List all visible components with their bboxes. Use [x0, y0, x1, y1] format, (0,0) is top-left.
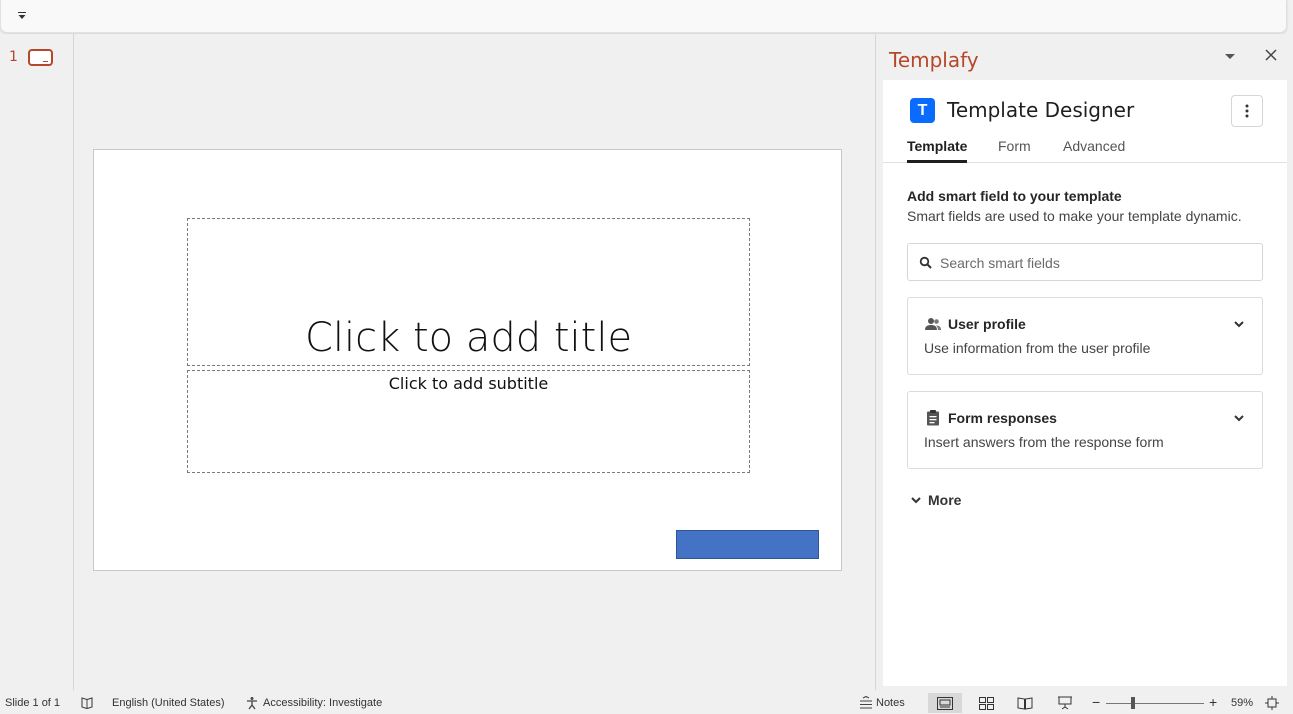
slide-canvas[interactable]: Click to add title Click to add subtitle: [93, 149, 842, 571]
tab-advanced[interactable]: Advanced: [1063, 138, 1125, 160]
pane-options-chevron-icon[interactable]: [1222, 50, 1238, 64]
normal-view-icon[interactable]: [928, 693, 962, 713]
slide-thumbnail-pane: 1: [0, 34, 74, 690]
users-icon: [925, 318, 941, 330]
blue-rectangle-shape[interactable]: [676, 530, 819, 559]
app-name: Template Designer: [947, 98, 1135, 122]
tab-bar: Template Form Advanced: [883, 133, 1287, 163]
more-options-icon[interactable]: [1231, 95, 1263, 127]
chevron-down-icon[interactable]: [1232, 317, 1246, 331]
more-toggle[interactable]: More: [910, 490, 961, 510]
chevron-down-icon: [911, 497, 921, 504]
subtitle-placeholder-text: Click to add subtitle: [388, 374, 549, 393]
language-indicator[interactable]: English (United States): [112, 697, 225, 709]
more-label: More: [928, 492, 962, 508]
search-icon: [919, 256, 932, 269]
status-bar: Slide 1 of 1 English (United States) Acc…: [0, 692, 1293, 714]
smart-field-group-form-responses[interactable]: Form responses Insert answers from the r…: [907, 391, 1263, 469]
slide-number: 1: [9, 49, 18, 65]
section-title: Add smart field to your template: [907, 188, 1122, 204]
pane-splitter[interactable]: [875, 34, 883, 690]
section-description: Smart fields are used to make your templ…: [907, 208, 1242, 224]
zoom-level[interactable]: 59%: [1231, 697, 1253, 709]
spelling-check-icon[interactable]: [80, 696, 94, 710]
zoom-slider-track[interactable]: [1106, 703, 1204, 704]
card-description: Insert answers from the response form: [924, 434, 1164, 450]
card-title: Form responses: [948, 410, 1057, 426]
accessibility-status[interactable]: Accessibility: Investigate: [263, 697, 382, 709]
slide-thumbnail[interactable]: [28, 49, 53, 66]
smart-field-group-user-profile[interactable]: User profile Use information from the us…: [907, 297, 1263, 375]
zoom-in-button[interactable]: +: [1209, 694, 1217, 710]
zoom-out-button[interactable]: −: [1092, 694, 1100, 710]
accessibility-icon[interactable]: [245, 696, 259, 710]
templafy-task-pane: Templafy T Template Designer Template Fo…: [883, 34, 1287, 686]
ribbon-collapsed: [0, 0, 1287, 33]
notes-icon[interactable]: [859, 696, 873, 710]
card-title: User profile: [948, 316, 1026, 332]
title-placeholder-text: Click to add title: [304, 315, 633, 361]
pane-title: Templafy: [889, 48, 979, 72]
pane-header: Templafy: [883, 34, 1287, 80]
tab-form[interactable]: Form: [998, 138, 1031, 160]
chevron-down-icon[interactable]: [1232, 411, 1246, 425]
reading-view-icon[interactable]: [1008, 693, 1042, 713]
clipboard-icon: [927, 410, 939, 426]
title-placeholder[interactable]: Click to add title: [187, 218, 750, 366]
slide-editor: Click to add title Click to add subtitle: [75, 34, 875, 690]
tab-template[interactable]: Template: [907, 138, 968, 163]
close-icon[interactable]: [1263, 47, 1279, 63]
zoom-slider-thumb[interactable]: [1131, 697, 1135, 709]
customize-quick-access-icon[interactable]: [13, 8, 31, 24]
fit-to-window-icon[interactable]: [1265, 696, 1279, 710]
search-box: [907, 243, 1263, 281]
templafy-logo-icon: T: [910, 98, 935, 123]
slide-sorter-icon[interactable]: [969, 693, 1003, 713]
slideshow-icon[interactable]: [1048, 693, 1082, 713]
slide-info[interactable]: Slide 1 of 1: [5, 697, 60, 709]
notes-button[interactable]: Notes: [876, 697, 905, 709]
search-input[interactable]: [940, 253, 1250, 273]
card-description: Use information from the user profile: [924, 340, 1151, 356]
subtitle-placeholder[interactable]: Click to add subtitle: [187, 370, 750, 473]
